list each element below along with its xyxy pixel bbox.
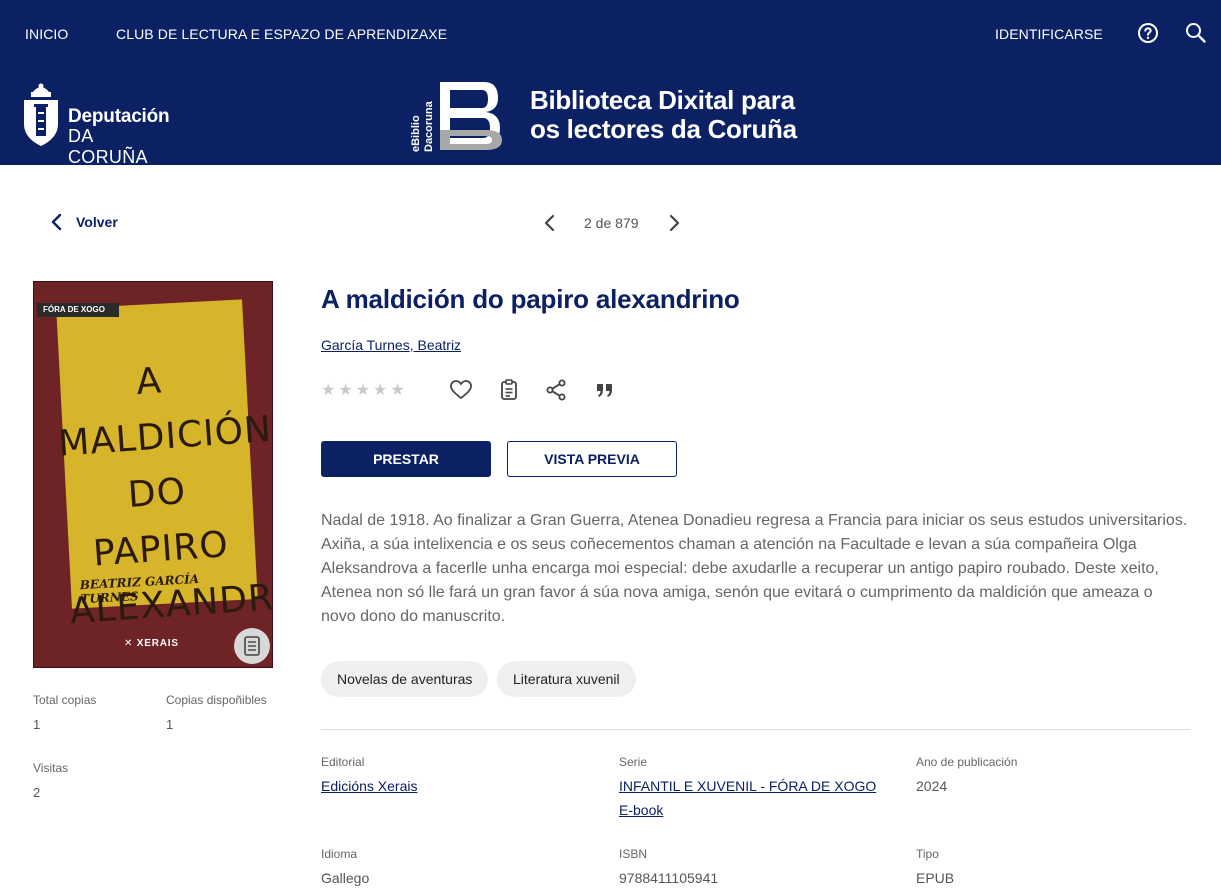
star-icon[interactable]: ★ — [390, 380, 404, 400]
heart-icon[interactable] — [449, 378, 473, 402]
ebiblio-label-2: Dacoruna — [423, 100, 435, 152]
star-icon[interactable]: ★ — [373, 380, 387, 400]
nav-home-link[interactable]: INICIO — [25, 26, 68, 42]
isbn-label: ISBN — [619, 847, 648, 861]
visits-value: 2 — [33, 785, 41, 800]
site-title-line1: Biblioteca Dixital para — [530, 85, 795, 115]
preview-button[interactable]: VISTA PREVIA — [507, 441, 677, 477]
share-icon[interactable] — [544, 378, 568, 402]
ebook-format-badge[interactable] — [234, 628, 270, 664]
coat-of-arms-icon — [24, 83, 58, 146]
next-book-chevron-icon[interactable] — [664, 212, 684, 234]
publisher-link[interactable]: Edicións Xerais — [321, 778, 418, 794]
deputacion-region: DA CORUÑA — [68, 126, 148, 167]
chevron-left-icon — [51, 213, 62, 231]
series-link[interactable]: INFANTIL E XUVENIL - FÓRA DE XOGO — [619, 778, 876, 794]
nav-club-link[interactable]: CLUB DE LECTURA E ESPAZO DE APRENDIZAXE — [116, 26, 447, 42]
book-title: A maldición do papiro alexandrino — [321, 284, 740, 314]
quote-icon[interactable] — [593, 378, 617, 402]
xerais-x-icon: ✕ — [124, 638, 137, 649]
book-description: Nadal de 1918. Ao finalizar a Gran Guerr… — [321, 512, 1188, 625]
previous-book-chevron-icon[interactable] — [540, 212, 560, 234]
publisher-label: Editorial — [321, 755, 365, 769]
cover-title-line1: A MALDICIÓN — [56, 360, 273, 465]
tag-youth-literature[interactable]: Literatura xuvenil — [497, 661, 636, 697]
isbn-value: 9788411105941 — [619, 870, 719, 886]
rating-stars[interactable]: ★ ★ ★ ★ ★ — [321, 380, 405, 400]
deputacion-name: Deputación — [68, 106, 170, 127]
document-icon — [244, 636, 260, 656]
year-label: Ano de publicación — [916, 755, 1018, 769]
nav-login-link[interactable]: IDENTIFICARSE — [995, 26, 1103, 42]
site-title: Biblioteca Dixital para os lectores da C… — [530, 86, 797, 144]
site-header: INICIO CLUB DE LECTURA E ESPAZO DE APREN… — [0, 0, 1221, 167]
type-label: Tipo — [916, 847, 939, 861]
star-icon[interactable]: ★ — [356, 380, 370, 400]
cover-publisher-name: XERAIS — [136, 638, 179, 649]
pager-position: 2 de 879 — [584, 215, 639, 231]
total-copies-value: 1 — [33, 717, 41, 732]
format-link[interactable]: E-book — [619, 802, 663, 818]
ebiblio-b-icon: eBiblio Dacoruna — [410, 82, 502, 152]
language-value: Gallego — [321, 870, 370, 886]
deputacion-logo[interactable]: Deputación DA CORUÑA — [20, 82, 170, 167]
help-circle-icon[interactable] — [1137, 22, 1159, 44]
borrow-button[interactable]: PRESTAR — [321, 441, 491, 477]
star-icon[interactable]: ★ — [321, 380, 335, 400]
available-copies-value: 1 — [166, 717, 174, 732]
author-link[interactable]: García Turnes, Beatriz — [321, 337, 461, 353]
ebiblio-logo[interactable]: eBiblio Dacoruna — [406, 78, 506, 154]
available-copies-label: Copias dispoñibles — [166, 693, 267, 707]
type-value: EPUB — [916, 870, 955, 886]
total-copies-label: Total copias — [33, 693, 97, 707]
cover-publisher: ✕ XERAIS — [124, 638, 179, 649]
section-divider — [321, 729, 1190, 730]
cover-collection-label: FÓRA DE XOGO — [37, 303, 119, 317]
clipboard-icon[interactable] — [497, 378, 521, 402]
ebiblio-label-1: eBiblio — [410, 115, 422, 152]
tag-adventure-novels[interactable]: Novelas de aventuras — [321, 661, 489, 697]
back-label: Volver — [76, 214, 118, 230]
book-cover[interactable]: FÓRA DE XOGO A MALDICIÓN DO PAPIRO ALEXA… — [33, 281, 273, 668]
star-icon[interactable]: ★ — [338, 380, 352, 400]
search-icon[interactable] — [1185, 22, 1207, 44]
cover-title-line2: DO PAPIRO — [91, 471, 230, 575]
series-label: Serie — [619, 755, 648, 769]
visits-label: Visitas — [33, 761, 69, 775]
site-title-line2: os lectores da Coruña — [530, 114, 797, 144]
year-value: 2024 — [916, 778, 948, 794]
language-label: Idioma — [321, 847, 358, 861]
back-button[interactable]: Volver — [50, 212, 118, 232]
